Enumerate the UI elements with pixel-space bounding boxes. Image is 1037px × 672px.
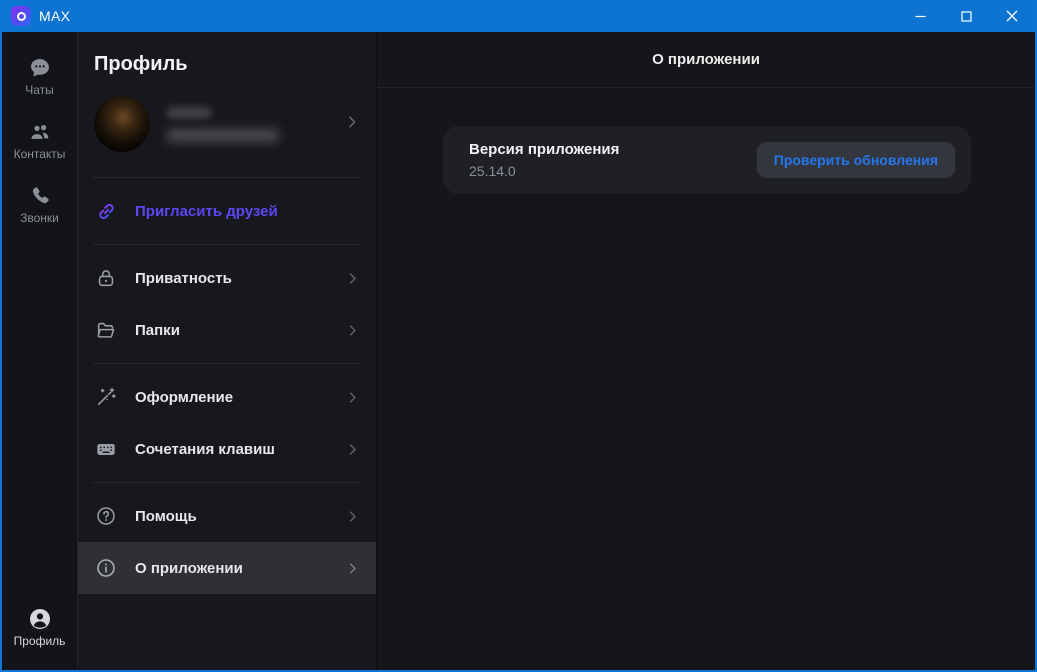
version-label: Версия приложения <box>469 141 620 158</box>
app-window: MAX Чаты Контакты Звонки Профиль Профиль… <box>0 0 1037 672</box>
minimize-icon <box>915 15 925 17</box>
chevron-right-icon <box>345 323 360 338</box>
window-title: MAX <box>39 8 71 24</box>
divider <box>93 363 361 364</box>
maximize-button[interactable] <box>943 0 989 32</box>
nav-item-chats[interactable]: Чаты <box>2 48 77 105</box>
lock-icon <box>94 266 118 290</box>
menu-item-label: Сочетания клавиш <box>135 440 275 458</box>
folder-icon <box>94 318 118 342</box>
menu-item-label: Помощь <box>135 507 197 525</box>
nav-item-label: Чаты <box>25 83 54 97</box>
chevron-right-icon <box>344 114 360 135</box>
help-icon <box>94 504 118 528</box>
window-controls <box>897 0 1035 32</box>
maximize-icon <box>960 10 972 22</box>
keyboard-icon <box>94 437 118 461</box>
menu-item-label: Оформление <box>135 388 234 406</box>
about-panel-title: О приложении <box>652 51 760 68</box>
check-updates-button[interactable]: Проверить обновления <box>756 142 955 178</box>
info-icon <box>94 556 118 580</box>
contacts-icon <box>30 124 48 140</box>
about-panel-header: О приложении <box>377 32 1035 88</box>
profile-panel: Профиль Пригласить друзей Приватность Па… <box>78 32 377 670</box>
invite-link-icon <box>94 199 118 223</box>
max-logo-icon <box>11 6 31 26</box>
version-value: 25.14.0 <box>469 163 516 179</box>
chevron-right-icon <box>345 509 360 524</box>
divider <box>93 244 361 245</box>
menu-item-label: О приложении <box>135 559 243 577</box>
menu-item-label: Пригласить друзей <box>135 202 278 220</box>
menu-item-appearance[interactable]: Оформление <box>78 371 376 423</box>
chevron-right-icon <box>345 271 360 286</box>
main-area: Чаты Контакты Звонки Профиль Профиль При… <box>2 32 1035 670</box>
nav-item-contacts[interactable]: Контакты <box>2 112 77 169</box>
nav-item-label: Профиль <box>13 634 66 648</box>
chevron-right-icon <box>345 442 360 457</box>
minimize-button[interactable] <box>897 0 943 32</box>
menu-item-invite-friends[interactable]: Пригласить друзей <box>78 185 376 237</box>
nav-item-label: Звонки <box>20 211 59 225</box>
profile-card-row[interactable] <box>78 90 376 170</box>
version-info: Версия приложения 25.14.0 <box>469 141 757 179</box>
chats-icon <box>30 59 49 77</box>
nav-item-profile[interactable]: Профиль <box>2 599 77 656</box>
divider <box>93 177 361 178</box>
avatar <box>94 96 150 152</box>
menu-item-keyboard-shortcuts[interactable]: Сочетания клавиш <box>78 423 376 475</box>
close-icon <box>1006 10 1018 22</box>
menu-item-label: Папки <box>135 321 180 339</box>
nav-item-label: Контакты <box>13 147 66 161</box>
menu-item-about[interactable]: О приложении <box>78 542 376 594</box>
chevron-right-icon <box>345 390 360 405</box>
about-panel: О приложении Версия приложения 25.14.0 П… <box>377 32 1035 670</box>
nav-rail: Чаты Контакты Звонки Профиль <box>2 32 78 670</box>
menu-item-help[interactable]: Помощь <box>78 490 376 542</box>
magic-wand-icon <box>94 385 118 409</box>
profile-icon <box>29 609 50 629</box>
chevron-right-icon <box>345 561 360 576</box>
menu-item-folders[interactable]: Папки <box>78 304 376 356</box>
calls-icon <box>32 187 49 204</box>
divider <box>93 482 361 483</box>
close-button[interactable] <box>989 0 1035 32</box>
menu-item-label: Приватность <box>135 269 232 287</box>
version-card: Версия приложения 25.14.0 Проверить обно… <box>443 126 971 194</box>
nav-item-calls[interactable]: Звонки <box>2 176 77 233</box>
menu-item-privacy[interactable]: Приватность <box>78 252 376 304</box>
blurred-user-name <box>167 106 327 142</box>
panel-title: Профиль <box>94 53 188 75</box>
titlebar: MAX <box>2 0 1035 32</box>
